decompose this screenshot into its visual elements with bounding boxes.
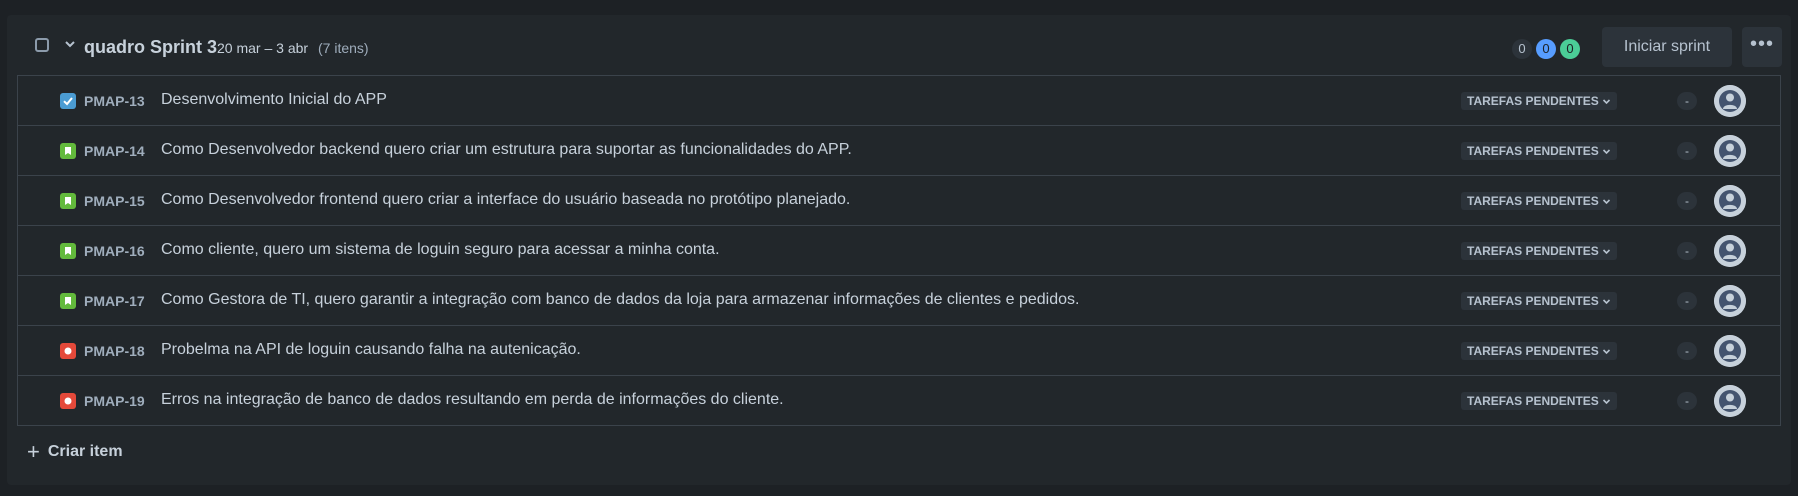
- issue-list: PMAP-13 Desenvolvimento Inicial do APP TAR…: [17, 75, 1781, 426]
- status-dropdown[interactable]: TAREFAS PENDENTES: [1461, 92, 1617, 110]
- issue-key[interactable]: PMAP-14: [84, 143, 145, 159]
- issue-key[interactable]: PMAP-19: [84, 393, 145, 409]
- sprint-dates: 20 mar – 3 abr: [217, 40, 309, 56]
- status-dropdown[interactable]: TAREFAS PENDENTES: [1461, 192, 1617, 210]
- sprint-name[interactable]: quadro Sprint 3: [84, 37, 217, 58]
- issue-row[interactable]: PMAP-17 Como Gestora de TI, quero garanti…: [18, 276, 1780, 326]
- story-points-estimate[interactable]: -: [1677, 92, 1697, 110]
- bug-type-icon: [60, 343, 76, 359]
- chevron-down-icon[interactable]: [63, 35, 77, 53]
- status-dropdown[interactable]: TAREFAS PENDENTES: [1461, 392, 1617, 410]
- issue-summary[interactable]: Como Gestora de TI, quero garantir a int…: [161, 291, 1079, 309]
- start-sprint-button[interactable]: Iniciar sprint: [1602, 27, 1732, 67]
- status-dropdown[interactable]: TAREFAS PENDENTES: [1461, 342, 1617, 360]
- chevron-down-icon: [1602, 93, 1611, 111]
- issue-row[interactable]: PMAP-14 Como Desenvolvedor backend quero …: [18, 126, 1780, 176]
- issue-row[interactable]: PMAP-19 Erros na integração de banco de d…: [18, 376, 1780, 426]
- issue-summary[interactable]: Probelma na API de loguin causando falha…: [161, 341, 581, 359]
- sprint-panel: quadro Sprint 3 20 mar – 3 abr (7 itens)…: [7, 15, 1791, 485]
- sprint-header: quadro Sprint 3 20 mar – 3 abr (7 itens)…: [7, 15, 1791, 75]
- issue-summary[interactable]: Desenvolvimento Inicial do APP: [161, 91, 387, 109]
- story-points-estimate[interactable]: -: [1677, 342, 1697, 360]
- sprint-item-count: (7 itens): [318, 40, 369, 56]
- status-label: TAREFAS PENDENTES: [1467, 294, 1599, 308]
- assignee-avatar[interactable]: [1714, 285, 1746, 317]
- chevron-down-icon: [1602, 343, 1611, 361]
- assignee-avatar[interactable]: [1714, 135, 1746, 167]
- issue-row[interactable]: PMAP-18 Probelma na API de loguin causand…: [18, 326, 1780, 376]
- select-sprint-checkbox[interactable]: [35, 38, 49, 52]
- assignee-avatar[interactable]: [1714, 235, 1746, 267]
- chevron-down-icon: [1602, 293, 1611, 311]
- story-type-icon: [60, 143, 76, 159]
- assignee-avatar[interactable]: [1714, 185, 1746, 217]
- bug-type-icon: [60, 393, 76, 409]
- story-points-estimate[interactable]: -: [1677, 142, 1697, 160]
- issue-key[interactable]: PMAP-17: [84, 293, 145, 309]
- status-label: TAREFAS PENDENTES: [1467, 144, 1599, 158]
- status-label: TAREFAS PENDENTES: [1467, 344, 1599, 358]
- story-points-estimate[interactable]: -: [1677, 242, 1697, 260]
- more-actions-button[interactable]: •••: [1742, 27, 1782, 67]
- assignee-avatar[interactable]: [1714, 385, 1746, 417]
- task-type-icon: [60, 93, 76, 109]
- chevron-down-icon: [1602, 193, 1611, 211]
- assignee-avatar[interactable]: [1714, 335, 1746, 367]
- issue-summary[interactable]: Erros na integração de banco de dados re…: [161, 391, 784, 409]
- story-points-estimate[interactable]: -: [1677, 292, 1697, 310]
- issue-summary[interactable]: Como cliente, quero um sistema de loguin…: [161, 241, 720, 259]
- story-points-estimate[interactable]: -: [1677, 192, 1697, 210]
- status-dropdown[interactable]: TAREFAS PENDENTES: [1461, 142, 1617, 160]
- status-label: TAREFAS PENDENTES: [1467, 94, 1599, 108]
- in-progress-count-badge: 0: [1536, 39, 1556, 59]
- create-item-label: Criar item: [47, 443, 123, 460]
- create-item-button[interactable]: + Criar item: [27, 439, 123, 464]
- status-label: TAREFAS PENDENTES: [1467, 194, 1599, 208]
- plus-icon: +: [27, 439, 40, 464]
- status-dropdown[interactable]: TAREFAS PENDENTES: [1461, 292, 1617, 310]
- issue-key[interactable]: PMAP-18: [84, 343, 145, 359]
- issue-key[interactable]: PMAP-13: [84, 93, 145, 109]
- done-count-badge: 0: [1560, 39, 1580, 59]
- issue-key[interactable]: PMAP-16: [84, 243, 145, 259]
- issue-summary[interactable]: Como Desenvolvedor backend quero criar u…: [161, 141, 852, 159]
- issue-row[interactable]: PMAP-15 Como Desenvolvedor frontend quero…: [18, 176, 1780, 226]
- todo-count-badge: 0: [1512, 39, 1532, 59]
- issue-key[interactable]: PMAP-15: [84, 193, 145, 209]
- issue-summary[interactable]: Como Desenvolvedor frontend quero criar …: [161, 191, 850, 209]
- story-points-estimate[interactable]: -: [1677, 392, 1697, 410]
- story-type-icon: [60, 293, 76, 309]
- story-type-icon: [60, 193, 76, 209]
- status-dropdown[interactable]: TAREFAS PENDENTES: [1461, 242, 1617, 260]
- chevron-down-icon: [1602, 393, 1611, 411]
- issue-row[interactable]: PMAP-13 Desenvolvimento Inicial do APP TAR…: [18, 76, 1780, 126]
- status-counts: 0 0 0: [1512, 39, 1580, 59]
- assignee-avatar[interactable]: [1714, 85, 1746, 117]
- chevron-down-icon: [1602, 143, 1611, 161]
- status-label: TAREFAS PENDENTES: [1467, 244, 1599, 258]
- issue-row[interactable]: PMAP-16 Como cliente, quero um sistema de…: [18, 226, 1780, 276]
- story-type-icon: [60, 243, 76, 259]
- status-label: TAREFAS PENDENTES: [1467, 394, 1599, 408]
- chevron-down-icon: [1602, 243, 1611, 261]
